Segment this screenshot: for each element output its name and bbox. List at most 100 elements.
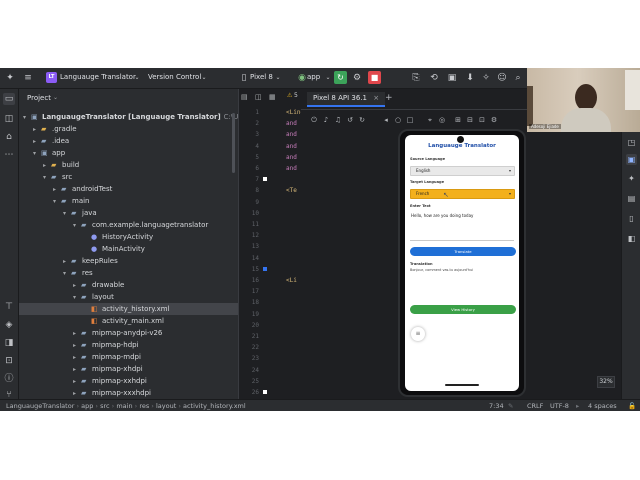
source-language-spinner[interactable]: English ▾ [410,166,515,176]
gemini-chat-icon[interactable]: ✦ [626,173,637,184]
tree-item[interactable]: ▸ ▰ mipmap-xhdpi [19,363,238,375]
build-variants-icon[interactable]: ⊤ [3,301,15,313]
rotate-left-icon[interactable]: ↺ [345,115,355,125]
tree-item[interactable]: ● MainActivity [19,243,238,255]
tree-item[interactable]: ▾ ▰ main [19,195,238,207]
device-mirroring-icon[interactable]: ⎘ [410,72,422,84]
translate-button[interactable]: Translate [410,247,516,256]
power-icon[interactable]: ⏻ [309,115,319,125]
tree-item[interactable]: ▸ ▰ .gradle [19,123,238,135]
profile-icon[interactable]: ☺ [496,72,508,84]
fold-icon[interactable]: ⊞ [453,115,463,125]
chevron-down-icon[interactable]: ⌄ [198,72,210,84]
rotate-right-icon[interactable]: ↻ [357,115,367,125]
problems-icon[interactable]: ⓘ [3,373,15,385]
tree-item[interactable]: ▾ ▰ res [19,267,238,279]
code-fragment[interactable]: <Te [286,187,297,194]
tree-item[interactable]: ▾ ▰ com.example.languagetranslator [19,219,238,231]
project-tool-icon[interactable]: ▭ [3,93,15,105]
tab-running-device[interactable]: Pixel 8 API 36.1 × [307,92,386,107]
tree-item[interactable]: ▸ ▰ mipmap-xxhdpi [19,375,238,387]
tree-item[interactable]: ▸ ▰ keepRules [19,255,238,267]
running-devices-icon[interactable]: ▣ [626,154,637,165]
view-history-button[interactable]: View History [410,305,516,314]
line-ending[interactable]: CRLF [527,400,543,411]
code-fragment[interactable]: and [286,154,297,161]
breadcrumb-item[interactable]: src [100,402,110,410]
add-tab-icon[interactable]: + [385,93,393,103]
screenshot-icon[interactable]: ⌖ [425,115,435,125]
commit-icon[interactable]: ⌂ [3,131,15,143]
app-quality-icon[interactable]: ◧ [626,233,637,244]
resource-manager-icon[interactable]: ◫ [3,113,15,125]
tree-item[interactable]: ▾ ▣ LanguaugeTranslator [Languauge Transla… [19,111,238,123]
tree-item[interactable]: ● HistoryActivity [19,231,238,243]
screen-record-icon[interactable]: ◎ [437,115,447,125]
android-studio-logo-icon[interactable]: ✦ [4,72,16,84]
chevron-right-icon[interactable]: ▸ [73,388,81,399]
tree-scrollbar[interactable] [232,113,235,173]
tree-item[interactable]: ▾ ▣ app [19,147,238,159]
tree-item[interactable]: ▸ ▰ androidTest [19,183,238,195]
notifications-icon[interactable]: ◳ [626,137,637,148]
stop-button[interactable]: ■ [368,71,381,84]
zoom-level[interactable]: 32% [597,376,615,388]
breadcrumb-item[interactable]: res [139,402,149,410]
design-view-icon[interactable]: ▦ [269,93,279,103]
run-config-selector[interactable]: app [307,73,320,81]
code-fragment[interactable]: and [286,165,297,172]
settings-icon[interactable]: ⚙ [489,115,499,125]
volume-up-icon[interactable]: ♪ [321,115,331,125]
warning-icon[interactable]: ⚠ [287,92,292,99]
search-icon[interactable]: ⌕ [512,72,524,84]
device-explorer-icon[interactable]: ▤ [626,193,637,204]
target-language-spinner[interactable]: French ▾ [410,189,515,199]
gutter-marker-icon[interactable] [263,390,267,394]
breadcrumb-item[interactable]: activity_history.xml [183,402,246,410]
tree-item[interactable]: ▸ ▰ mipmap-xxxhdpi [19,387,238,399]
device-manager-icon[interactable]: ▣ [446,72,458,84]
chevron-down-icon[interactable]: ⌄ [322,72,334,84]
input-text-field[interactable]: Hello, how are you doing today [410,211,514,241]
code-fragment[interactable]: and [286,131,297,138]
breadcrumb-item[interactable]: layout [156,402,176,410]
more-tools-icon[interactable]: ⋯ [3,149,15,161]
tree-item[interactable]: ◧ activity_main.xml [19,315,238,327]
project-name-dropdown[interactable]: Languauge Translator [60,73,136,81]
tree-item[interactable]: ▸ ▰ build [19,159,238,171]
tree-item[interactable]: ▸ ▰ drawable [19,279,238,291]
file-encoding[interactable]: UTF-8 [550,400,569,411]
breadcrumb-item[interactable]: app [81,402,93,410]
gradle-icon[interactable]: ◈ [3,319,15,331]
floating-menu-icon[interactable]: ≡ [411,327,425,341]
tree-item[interactable]: ▸ ▰ mipmap-mdpi [19,351,238,363]
cursor-position[interactable]: 7:34 [489,400,504,411]
gemini-icon[interactable]: ✧ [480,72,492,84]
layout-inspector-icon[interactable]: ⊡ [477,115,487,125]
tree-item[interactable]: ▾ ▰ src [19,171,238,183]
sdk-manager-icon[interactable]: ⬇ [464,72,476,84]
tree-item[interactable]: ▸ ▰ mipmap-hdpi [19,339,238,351]
tree-item[interactable]: ▾ ▰ java [19,207,238,219]
tree-item[interactable]: ▸ ▰ mipmap-anydpi-v26 [19,327,238,339]
snapshot-icon[interactable]: ⊟ [465,115,475,125]
chevron-down-icon[interactable]: ⌄ [53,94,58,101]
gesture-bar[interactable] [445,384,479,386]
code-fragment[interactable]: <Li [286,277,297,284]
back-icon[interactable]: ◂ [381,115,391,125]
gutter-marker-icon[interactable] [263,177,267,182]
emulator-icon[interactable]: ▯ [626,213,637,224]
version-control-dropdown[interactable]: Version Control [148,73,201,81]
debug-icon[interactable]: ⚙ [351,72,363,84]
breadcrumb-item[interactable]: main [116,402,132,410]
close-icon[interactable]: × [373,94,379,102]
tree-item[interactable]: ◧ activity_history.xml [19,303,238,315]
breadcrumb-item[interactable]: LanguaugeTranslator [6,402,74,410]
main-menu-icon[interactable]: ≡ [22,72,34,84]
sync-gradle-icon[interactable]: ⟲ [428,72,440,84]
chevron-down-icon[interactable]: ⌄ [272,72,284,84]
project-panel-title[interactable]: Project [27,94,51,102]
tree-item[interactable]: ▸ ▰ .idea [19,135,238,147]
chevron-down-icon[interactable]: ⌄ [131,72,143,84]
home-icon[interactable]: ○ [393,115,403,125]
